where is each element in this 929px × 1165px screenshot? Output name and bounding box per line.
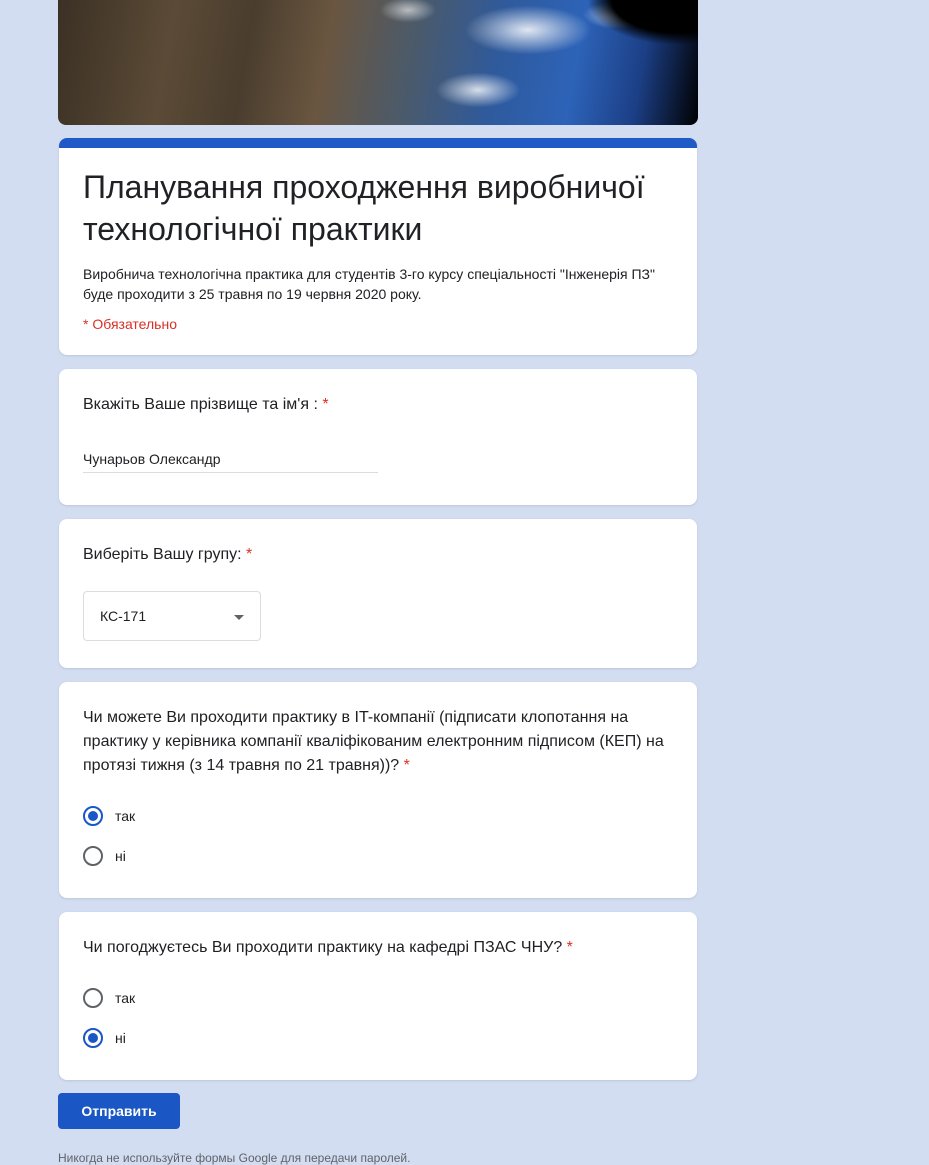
radio-button-unchecked[interactable] bbox=[83, 846, 103, 866]
option-label: так bbox=[115, 808, 136, 824]
question-text: Чи можете Ви проходити практику в IT-ком… bbox=[83, 709, 664, 774]
question-label: Виберіть Вашу групу: * bbox=[83, 543, 673, 567]
group-dropdown[interactable]: КС-171 bbox=[83, 591, 261, 641]
required-note: * Обязательно bbox=[83, 316, 177, 332]
dropdown-arrow-icon bbox=[234, 615, 244, 620]
question-label: Чи погоджуєтесь Ви проходити практику на… bbox=[83, 936, 673, 960]
question-text: Виберіть Вашу групу: bbox=[83, 546, 242, 563]
option-label: ні bbox=[115, 848, 126, 864]
form-title: Планування проходження виробничої технол… bbox=[83, 169, 645, 247]
form-title-card: Планування проходження виробничої технол… bbox=[59, 138, 697, 355]
question-text: Вкажіть Ваше прізвище та ім'я : bbox=[83, 396, 318, 413]
radio-group-department: так ні bbox=[83, 978, 673, 1058]
question-card-department: Чи погоджуєтесь Ви проходити практику на… bbox=[59, 912, 697, 1080]
form-description: Виробнича технологічна практика для студ… bbox=[83, 266, 655, 302]
required-asterisk: * bbox=[322, 396, 329, 413]
required-asterisk: * bbox=[403, 757, 410, 774]
header-banner-image bbox=[58, 0, 698, 125]
radio-button-unchecked[interactable] bbox=[83, 988, 103, 1008]
radio-button-checked[interactable] bbox=[83, 1028, 103, 1048]
required-asterisk: * bbox=[246, 546, 253, 563]
option-label: так bbox=[115, 990, 136, 1006]
password-warning-note: Никогда не используйте формы Google для … bbox=[58, 1151, 411, 1165]
radio-option-no[interactable]: ні bbox=[83, 836, 673, 876]
question-text: Чи погоджуєтесь Ви проходити практику на… bbox=[83, 939, 563, 956]
question-card-name: Вкажіть Ваше прізвище та ім'я : * bbox=[59, 369, 697, 505]
submit-button[interactable]: Отправить bbox=[58, 1093, 180, 1129]
group-selected-value: КС-171 bbox=[100, 608, 147, 624]
question-card-group: Виберіть Вашу групу: * КС-171 bbox=[59, 519, 697, 668]
required-asterisk: * bbox=[566, 939, 573, 956]
question-card-it-company: Чи можете Ви проходити практику в IT-ком… bbox=[59, 682, 697, 898]
radio-option-yes[interactable]: так bbox=[83, 796, 673, 836]
option-label: ні bbox=[115, 1030, 126, 1046]
name-input[interactable] bbox=[83, 447, 378, 473]
radio-option-yes[interactable]: так bbox=[83, 978, 673, 1018]
question-label: Вкажіть Ваше прізвище та ім'я : * bbox=[83, 393, 673, 417]
radio-option-no[interactable]: ні bbox=[83, 1018, 673, 1058]
radio-button-checked[interactable] bbox=[83, 806, 103, 826]
question-label: Чи можете Ви проходити практику в IT-ком… bbox=[83, 706, 673, 778]
radio-group-it-company: так ні bbox=[83, 796, 673, 876]
